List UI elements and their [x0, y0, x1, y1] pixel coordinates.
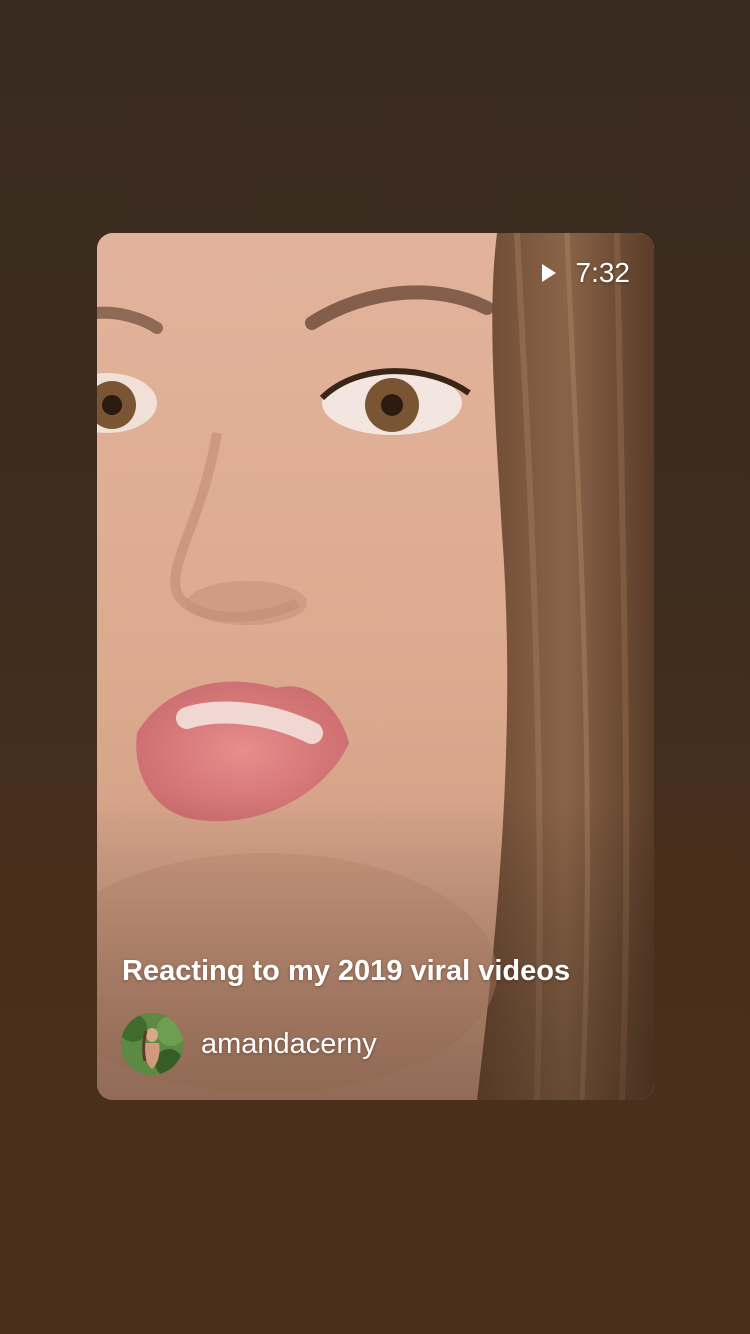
username[interactable]: amandacerny — [201, 1028, 377, 1061]
play-icon — [541, 264, 556, 282]
avatar-image — [121, 1013, 183, 1075]
video-duration: 7:32 — [541, 257, 631, 289]
avatar[interactable] — [121, 1013, 183, 1075]
video-title: Reacting to my 2019 viral videos — [122, 955, 571, 987]
duration-label: 7:32 — [575, 257, 631, 288]
video-card[interactable]: 7:32 Reacting to my 2019 viral videos am… — [97, 233, 654, 1100]
author-row[interactable]: amandacerny — [121, 1013, 377, 1075]
